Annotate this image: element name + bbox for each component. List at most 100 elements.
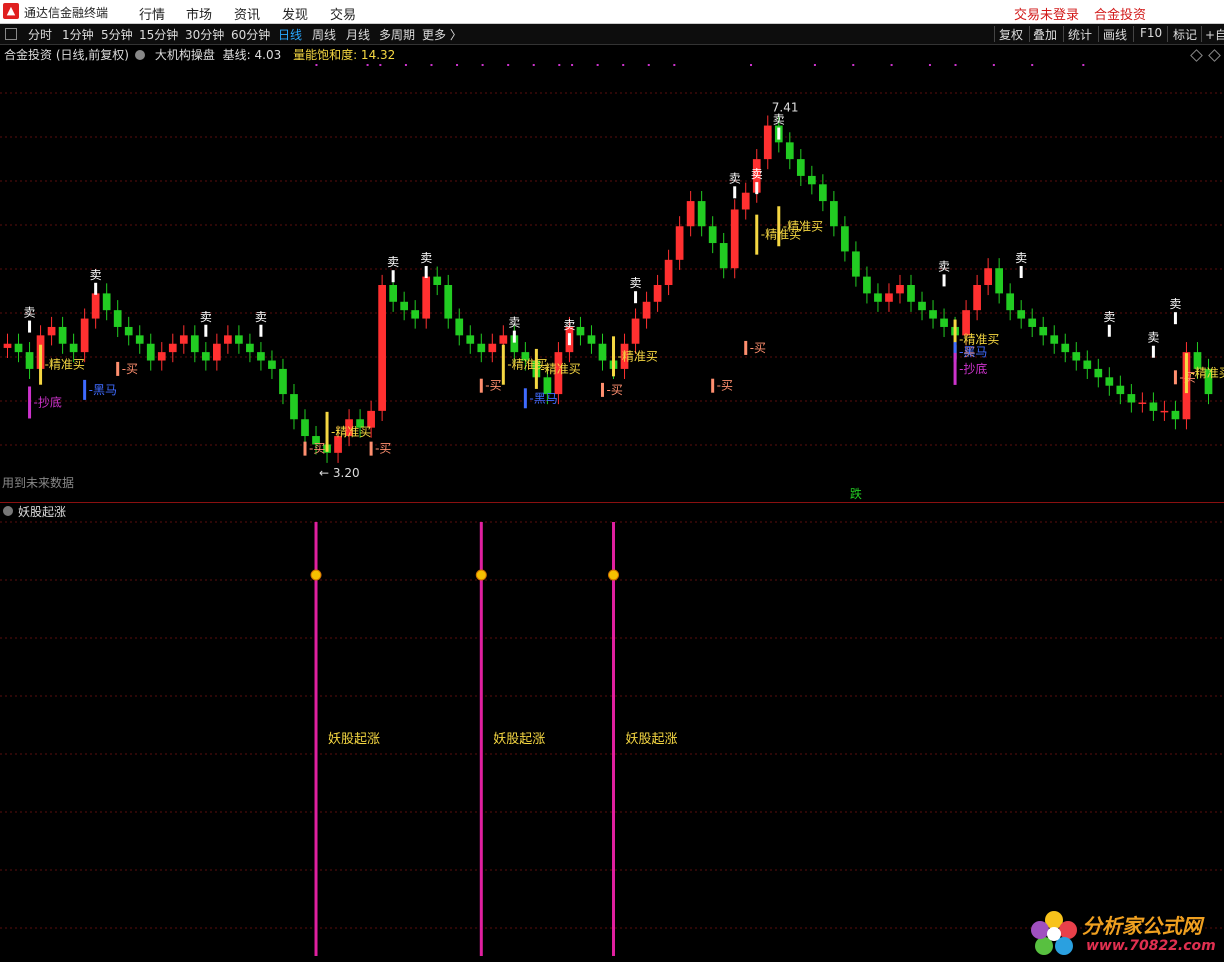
candle [686, 201, 695, 227]
top-dot [379, 64, 382, 66]
top-dot [571, 64, 574, 66]
sub-panel-settings-icon[interactable] [3, 506, 13, 516]
candle [863, 276, 871, 294]
sell-marker [204, 324, 208, 337]
top-dot [890, 64, 893, 66]
precise-buy-label: -精准买 [618, 349, 658, 363]
signal-dot-icon [475, 569, 487, 581]
candle [301, 419, 309, 437]
buy-signal-label: -买 [375, 442, 391, 456]
sell-marker [1173, 312, 1177, 325]
sell-marker [28, 320, 32, 333]
candle [80, 318, 89, 353]
candle [796, 159, 805, 176]
candle [58, 326, 67, 344]
candle [389, 285, 398, 302]
candle [146, 343, 155, 361]
top-dot [928, 64, 931, 66]
candle [257, 352, 265, 361]
buy-signal-label: -买 [750, 341, 766, 355]
candle [852, 251, 860, 277]
candle [830, 201, 838, 227]
candle [279, 368, 287, 395]
dark-horse-marker [523, 388, 527, 409]
kline-chart: 7.41← 3.20卖卖卖 卖卖 卖卖 卖卖卖 卖卖卖卖卖卖卖-精准买 -买-精准买-买 -… [0, 64, 1224, 956]
candle [730, 209, 739, 269]
top-dot [647, 64, 650, 66]
sell-marker [634, 291, 638, 304]
candle [25, 352, 34, 369]
top-dot [404, 64, 407, 66]
buy-marker [777, 206, 781, 247]
candle [3, 343, 12, 348]
top-dot [315, 64, 318, 66]
sell-marker [942, 274, 946, 287]
buy-marker [501, 344, 505, 385]
candle [708, 226, 717, 244]
future-data-note: 用到未来数据 [2, 476, 75, 490]
candle [47, 326, 56, 336]
candle [201, 352, 210, 361]
top-dot [507, 64, 510, 66]
candle [818, 184, 827, 202]
bottom-signal-label: -抄底 [34, 394, 62, 409]
sell-signal-label: 卖 [1015, 251, 1027, 265]
sell-marker [777, 127, 781, 140]
sell-marker [1019, 266, 1023, 279]
candle [973, 285, 981, 311]
top-dot [430, 64, 433, 66]
candle [268, 360, 276, 369]
candle [224, 335, 232, 344]
sell-signal-label: 卖 [1103, 310, 1115, 324]
candle [675, 226, 684, 260]
sell-signal-label: 卖 [773, 113, 785, 127]
candle [907, 285, 915, 302]
candle [664, 259, 673, 285]
candle [1116, 385, 1125, 395]
candle [1028, 318, 1037, 327]
buy-marker [744, 340, 748, 355]
top-dot [813, 64, 816, 66]
sub-signal-line [314, 522, 318, 956]
sell-signal-label: 卖 [90, 268, 102, 282]
candle [466, 335, 475, 344]
candle [477, 343, 486, 353]
dark-horse-label: -黑马 [529, 391, 557, 405]
candle [1171, 410, 1180, 420]
top-dot [852, 64, 855, 66]
buy-marker [1184, 353, 1188, 394]
buy-marker [600, 382, 604, 397]
candle [642, 301, 651, 319]
candle [598, 343, 607, 361]
top-dot [1031, 64, 1034, 66]
precise-buy-label: -精准买 [45, 358, 85, 372]
sell-signal-label: 卖 [387, 255, 399, 269]
watermark-text: 分析家公式网 [1082, 914, 1202, 938]
top-dot [558, 64, 561, 66]
sell-marker [733, 186, 737, 199]
top-dot [750, 64, 753, 66]
sell-signal-label: 卖 [1169, 297, 1181, 311]
sell-marker [567, 333, 571, 346]
dark-horse-label: -黑马 [89, 383, 117, 397]
candle [896, 285, 904, 294]
top-dot [532, 64, 535, 66]
candle [246, 343, 254, 353]
buy-marker [39, 344, 43, 385]
top-dot [992, 64, 995, 66]
sell-marker [1151, 345, 1155, 358]
dark-horse-marker [83, 379, 87, 400]
event-badge: 跌 [850, 486, 862, 501]
panel-divider [0, 502, 1224, 503]
candle [113, 310, 122, 327]
sub-signal-label: 妖股起涨 [626, 732, 678, 747]
buy-signal-label: -买 [485, 379, 501, 393]
candle [763, 125, 772, 160]
candle [785, 142, 794, 160]
low-price-label: ← 3.20 [319, 466, 360, 480]
candle [940, 318, 948, 327]
sell-signal-label: 卖 [24, 306, 36, 320]
candle [157, 352, 166, 361]
sell-signal-label: 卖 [200, 310, 212, 324]
candle [1061, 343, 1070, 353]
